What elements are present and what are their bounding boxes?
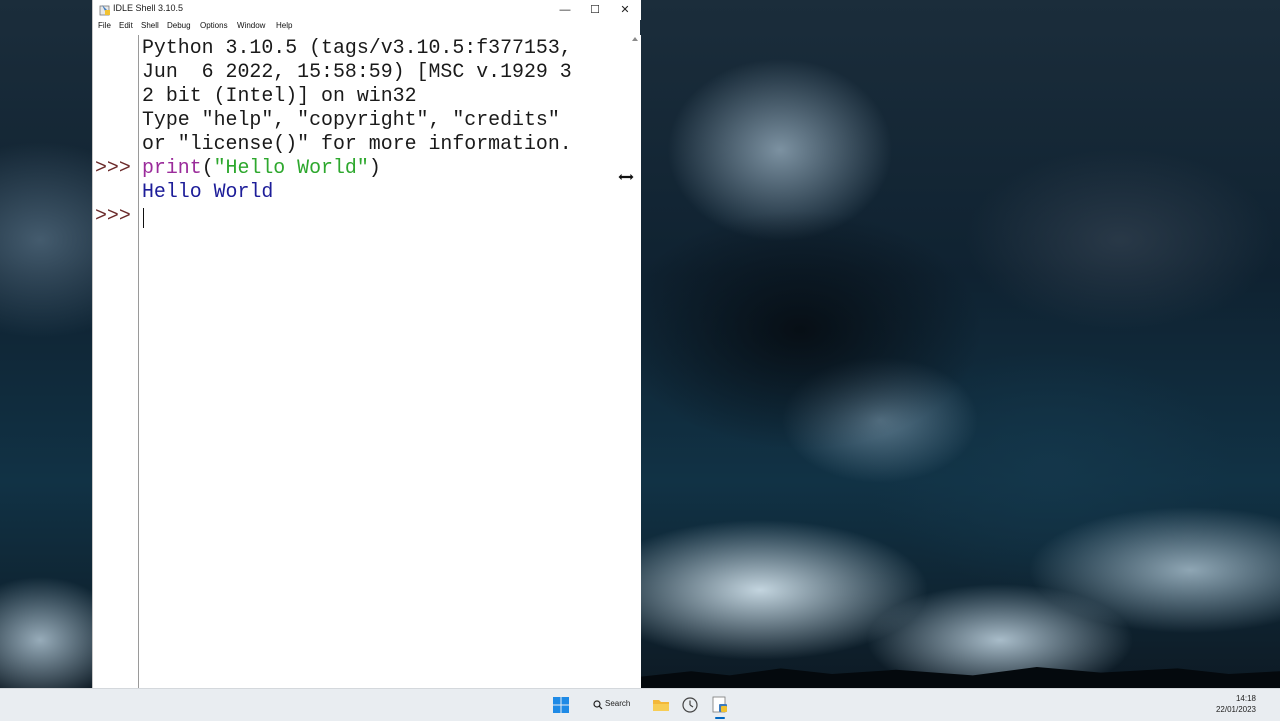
resize-cursor-icon <box>617 172 635 182</box>
taskbar-time[interactable]: 14:18 <box>1236 694 1256 703</box>
taskbar-search[interactable]: Search <box>584 694 638 716</box>
stdout-output: Hello World <box>142 180 274 203</box>
open-paren: ( <box>201 156 214 179</box>
wallpaper-treeline <box>640 667 1280 688</box>
idle-python-icon[interactable] <box>709 694 731 716</box>
menu-options[interactable]: Options <box>200 21 228 30</box>
active-app-indicator <box>715 717 725 719</box>
menu-window[interactable]: Window <box>237 21 265 30</box>
vertical-scrollbar[interactable] <box>629 35 641 688</box>
windows-start-icon[interactable] <box>550 694 572 716</box>
menu-file[interactable]: File <box>98 21 111 30</box>
file-explorer-icon[interactable] <box>650 694 672 716</box>
menu-help[interactable]: Help <box>276 21 292 30</box>
taskbar: Search 14:18 22/01/2023 <box>0 688 1280 721</box>
title-bar[interactable]: IDLE Shell 3.10.5 — ☐ ✕ <box>93 0 641 20</box>
clock-app-icon[interactable] <box>679 694 701 716</box>
banner-line: Python 3.10.5 (tags/v3.10.5:f377153, <box>142 36 572 59</box>
search-icon <box>593 700 603 710</box>
minimize-button[interactable]: — <box>550 0 580 20</box>
menu-shell[interactable]: Shell <box>141 21 159 30</box>
command-line: print("Hello World") <box>142 156 381 180</box>
scroll-up-arrow-icon[interactable] <box>632 37 638 41</box>
banner-line: 2 bit (Intel)] on win32 <box>142 84 417 107</box>
banner-line: Jun 6 2022, 15:58:59) [MSC v.1929 3 <box>142 60 572 83</box>
banner-line: Type "help", "copyright", "credits" <box>142 108 560 131</box>
taskbar-date[interactable]: 22/01/2023 <box>1216 705 1256 714</box>
maximize-button[interactable]: ☐ <box>580 0 610 20</box>
builtin-print: print <box>142 156 202 179</box>
prompt-gutter: >>> >>> <box>93 35 139 688</box>
close-button[interactable]: ✕ <box>610 0 640 20</box>
menu-debug[interactable]: Debug <box>167 21 191 30</box>
prompt-marker: >>> <box>95 156 131 179</box>
prompt-marker: >>> <box>95 204 131 227</box>
idle-app-icon <box>99 5 110 16</box>
window-title: IDLE Shell 3.10.5 <box>113 3 184 13</box>
close-paren: ) <box>368 156 381 179</box>
menu-bar: File Edit Shell Debug Options Window Hel… <box>93 20 641 34</box>
string-literal: "Hello World" <box>213 156 369 179</box>
menu-edit[interactable]: Edit <box>119 21 133 30</box>
banner-line: or "license()" for more information. <box>142 132 572 155</box>
text-cursor <box>143 208 144 228</box>
idle-shell-window[interactable]: IDLE Shell 3.10.5 — ☐ ✕ File Edit Shell … <box>92 0 641 688</box>
search-label: Search <box>605 699 631 708</box>
shell-text-area[interactable]: Python 3.10.5 (tags/v3.10.5:f377153, Jun… <box>139 35 629 688</box>
